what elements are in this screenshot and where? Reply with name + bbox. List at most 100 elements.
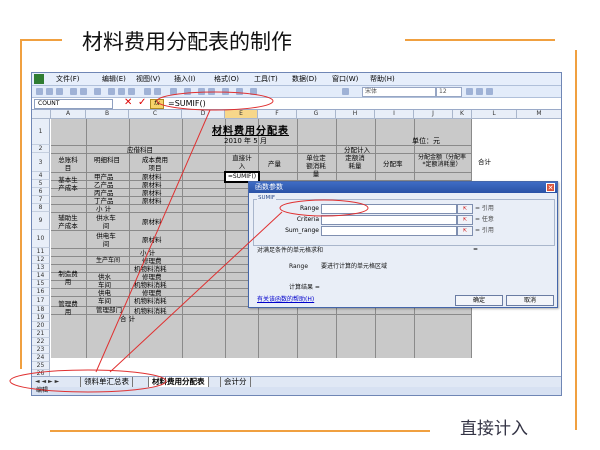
row-header[interactable]: 22 (32, 338, 50, 346)
menu-data[interactable]: 数据(D) (292, 73, 317, 85)
frame-top-right (405, 39, 555, 41)
print-icon[interactable] (70, 88, 77, 95)
name-box[interactable]: COUNT (34, 99, 113, 109)
italic-icon[interactable] (476, 88, 483, 95)
menu-help[interactable]: 帮助(H) (370, 73, 395, 85)
ok-button[interactable]: 确定 (455, 295, 503, 306)
sum-range-input[interactable] (321, 226, 457, 236)
column-header[interactable]: L (472, 110, 517, 119)
water-supply: 供水 (98, 273, 111, 281)
menu-insert[interactable]: 插入(I) (174, 73, 196, 85)
underline-icon[interactable] (486, 88, 493, 95)
row-header[interactable]: 17 (32, 296, 50, 306)
bold-icon[interactable] (466, 88, 473, 95)
row-header[interactable]: 3 (32, 153, 50, 172)
row-header[interactable]: 11 (32, 248, 50, 256)
column-header[interactable]: M (517, 110, 561, 119)
row-header[interactable]: 20 (32, 322, 50, 330)
cancel-icon[interactable]: ✕ (124, 97, 132, 108)
column-header[interactable]: J (414, 110, 453, 119)
row-header[interactable]: 2 (32, 145, 50, 153)
row-header[interactable]: 10 (32, 230, 50, 248)
criteria-collapse-icon[interactable]: ⇱ (457, 215, 473, 225)
corner-select-all[interactable] (32, 110, 51, 119)
formula-input[interactable]: =SUMIF() (168, 98, 206, 109)
menu-file[interactable]: 文件(F) (56, 73, 80, 85)
sort-asc-icon[interactable] (198, 88, 205, 95)
sum-range-collapse-icon[interactable]: ⇱ (457, 226, 473, 236)
dialog-close-icon[interactable]: ✕ (546, 183, 555, 192)
row-header[interactable]: 12 (32, 256, 50, 264)
column-header[interactable]: B (86, 110, 129, 119)
column-header[interactable]: H (336, 110, 375, 119)
column-header[interactable]: A (51, 110, 86, 119)
cancel-button[interactable]: 取消 (506, 295, 554, 306)
row-header[interactable]: 1 (32, 119, 50, 145)
column-header[interactable]: F (258, 110, 297, 119)
row-header[interactable]: 24 (32, 354, 50, 362)
chart-icon[interactable] (222, 88, 229, 95)
column-header[interactable]: K (453, 110, 472, 119)
row-header[interactable]: 13 (32, 264, 50, 272)
row-header[interactable]: 19 (32, 314, 50, 322)
insert-function-button[interactable]: fx (150, 99, 164, 109)
menu-format[interactable]: 格式(O) (214, 73, 239, 85)
copy-icon[interactable] (118, 88, 125, 95)
column-header[interactable]: D (182, 110, 225, 119)
range-collapse-icon[interactable]: ⇱ (457, 204, 473, 214)
sheet-tab-requisition-summary[interactable]: 领料单汇总表 (80, 377, 133, 387)
sum-icon[interactable] (184, 88, 191, 95)
zoom-icon[interactable] (250, 88, 257, 95)
criteria-hint: = 任意 (475, 216, 494, 223)
cost-item-repair: 修理费 (142, 257, 162, 265)
menu-view[interactable]: 视图(V) (136, 73, 160, 85)
save-icon[interactable] (56, 88, 63, 95)
paste-icon[interactable] (128, 88, 135, 95)
row-header[interactable]: 9 (32, 212, 50, 230)
enter-icon[interactable]: ✓ (138, 97, 146, 108)
row-header[interactable]: 16 (32, 288, 50, 296)
sheet-tab-accounting[interactable]: 会计分 (220, 377, 251, 387)
row-header[interactable]: 8 (32, 204, 50, 212)
power-workshop: 供电车间 (96, 232, 116, 248)
drawing-icon[interactable] (236, 88, 243, 95)
range-hint: = 引用 (475, 205, 494, 212)
row-header[interactable]: 4 (32, 172, 50, 180)
new-icon[interactable] (36, 88, 43, 95)
row-header[interactable]: 23 (32, 346, 50, 354)
function-help-link[interactable]: 有关该函数的帮助(H) (257, 295, 314, 304)
redo-icon[interactable] (154, 88, 161, 95)
font-size-select[interactable]: 12 (436, 87, 462, 97)
row-header[interactable]: 14 (32, 272, 50, 280)
cut-icon[interactable] (108, 88, 115, 95)
menu-tools[interactable]: 工具(T) (254, 73, 278, 85)
sheet-nav-arrows[interactable]: ◄ ◄ ► ► (35, 377, 59, 387)
preview-icon[interactable] (80, 88, 87, 95)
frame-bottom (50, 430, 430, 432)
column-header[interactable]: E (225, 110, 258, 119)
column-header[interactable]: I (375, 110, 414, 119)
help-icon[interactable] (342, 88, 349, 95)
column-header[interactable]: G (297, 110, 336, 119)
row-header[interactable]: 18 (32, 306, 50, 314)
sheet-tab-material-allocation[interactable]: 材料费用分配表 (148, 377, 209, 387)
open-icon[interactable] (46, 88, 53, 95)
range-input[interactable] (321, 204, 457, 214)
link-icon[interactable] (170, 88, 177, 95)
menu-window[interactable]: 窗口(W) (332, 73, 358, 85)
undo-icon[interactable] (144, 88, 151, 95)
cost-item-repair: 修理费 (142, 289, 162, 297)
row-header[interactable]: 6 (32, 188, 50, 196)
column-header[interactable]: C (129, 110, 182, 119)
row-header[interactable]: 15 (32, 280, 50, 288)
menu-edit[interactable]: 编辑(E) (102, 73, 126, 85)
font-select[interactable]: 宋体 (362, 87, 436, 97)
sort-desc-icon[interactable] (208, 88, 215, 95)
spell-icon[interactable] (94, 88, 101, 95)
row-header[interactable]: 7 (32, 196, 50, 204)
row-header[interactable]: 25 (32, 362, 50, 370)
criteria-input[interactable] (321, 215, 457, 225)
row-header[interactable]: 21 (32, 330, 50, 338)
row-header[interactable]: 5 (32, 180, 50, 188)
workshop: 车间 (98, 281, 111, 289)
